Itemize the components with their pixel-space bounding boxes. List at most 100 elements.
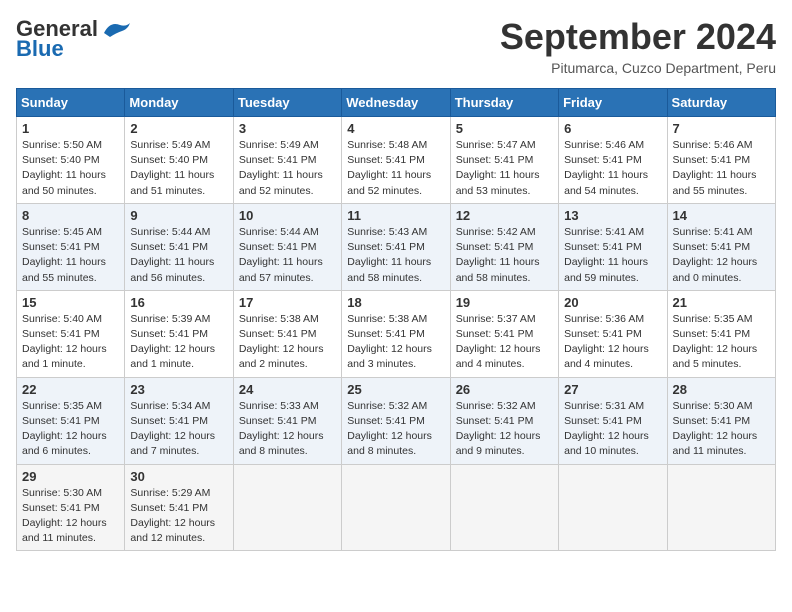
day-number: 12 [456, 208, 553, 223]
day-info: Sunrise: 5:30 AMSunset: 5:41 PMDaylight:… [673, 399, 770, 460]
day-number: 27 [564, 382, 661, 397]
calendar-cell: 25 Sunrise: 5:32 AMSunset: 5:41 PMDayligh… [342, 377, 450, 464]
day-info: Sunrise: 5:44 AMSunset: 5:41 PMDaylight:… [130, 225, 227, 286]
day-header-tuesday: Tuesday [233, 89, 341, 117]
day-number: 26 [456, 382, 553, 397]
calendar-cell: 8 Sunrise: 5:45 AMSunset: 5:41 PMDaylight… [17, 203, 125, 290]
calendar-cell: 23 Sunrise: 5:34 AMSunset: 5:41 PMDayligh… [125, 377, 233, 464]
calendar-cell: 10 Sunrise: 5:44 AMSunset: 5:41 PMDayligh… [233, 203, 341, 290]
calendar-cell [559, 464, 667, 551]
day-number: 10 [239, 208, 336, 223]
month-title: September 2024 [500, 16, 776, 58]
day-header-friday: Friday [559, 89, 667, 117]
day-info: Sunrise: 5:39 AMSunset: 5:41 PMDaylight:… [130, 312, 227, 373]
calendar-cell: 28 Sunrise: 5:30 AMSunset: 5:41 PMDayligh… [667, 377, 775, 464]
day-info: Sunrise: 5:37 AMSunset: 5:41 PMDaylight:… [456, 312, 553, 373]
day-info: Sunrise: 5:41 AMSunset: 5:41 PMDaylight:… [564, 225, 661, 286]
calendar-week-5: 29Sunrise: 5:30 AMSunset: 5:41 PMDayligh… [17, 464, 776, 551]
day-number: 1 [22, 121, 119, 136]
day-info: Sunrise: 5:38 AMSunset: 5:41 PMDaylight:… [239, 312, 336, 373]
day-header-wednesday: Wednesday [342, 89, 450, 117]
day-info: Sunrise: 5:31 AMSunset: 5:41 PMDaylight:… [564, 399, 661, 460]
day-info: Sunrise: 5:41 AMSunset: 5:41 PMDaylight:… [673, 225, 770, 286]
title-block: September 2024 Pitumarca, Cuzco Departme… [500, 16, 776, 76]
logo: General Blue [16, 16, 132, 62]
day-number: 22 [22, 382, 119, 397]
logo-blue: Blue [16, 36, 64, 62]
day-number: 5 [456, 121, 553, 136]
day-number: 30 [130, 469, 227, 484]
calendar-cell: 3 Sunrise: 5:49 AMSunset: 5:41 PMDaylight… [233, 117, 341, 204]
day-info: Sunrise: 5:35 AMSunset: 5:41 PMDaylight:… [673, 312, 770, 373]
day-info: Sunrise: 5:32 AMSunset: 5:41 PMDaylight:… [347, 399, 444, 460]
calendar-cell: 12 Sunrise: 5:42 AMSunset: 5:41 PMDayligh… [450, 203, 558, 290]
calendar-cell: 16 Sunrise: 5:39 AMSunset: 5:41 PMDayligh… [125, 290, 233, 377]
calendar-cell: 5 Sunrise: 5:47 AMSunset: 5:41 PMDaylight… [450, 117, 558, 204]
day-number: 6 [564, 121, 661, 136]
day-number: 21 [673, 295, 770, 310]
day-info: Sunrise: 5:38 AMSunset: 5:41 PMDaylight:… [347, 312, 444, 373]
day-header-monday: Monday [125, 89, 233, 117]
calendar-week-3: 15Sunrise: 5:40 AMSunset: 5:41 PMDayligh… [17, 290, 776, 377]
day-number: 23 [130, 382, 227, 397]
calendar-cell: 13 Sunrise: 5:41 AMSunset: 5:41 PMDayligh… [559, 203, 667, 290]
day-info: Sunrise: 5:42 AMSunset: 5:41 PMDaylight:… [456, 225, 553, 286]
calendar-cell: 24Sunrise: 5:33 AMSunset: 5:41 PMDayligh… [233, 377, 341, 464]
day-number: 28 [673, 382, 770, 397]
calendar-header-row: SundayMondayTuesdayWednesdayThursdayFrid… [17, 89, 776, 117]
day-number: 4 [347, 121, 444, 136]
calendar-cell: 4Sunrise: 5:48 AMSunset: 5:41 PMDaylight… [342, 117, 450, 204]
calendar-cell: 2Sunrise: 5:49 AMSunset: 5:40 PMDaylight… [125, 117, 233, 204]
calendar-cell: 6 Sunrise: 5:46 AMSunset: 5:41 PMDaylight… [559, 117, 667, 204]
day-info: Sunrise: 5:33 AMSunset: 5:41 PMDaylight:… [239, 399, 336, 460]
calendar-cell: 21 Sunrise: 5:35 AMSunset: 5:41 PMDayligh… [667, 290, 775, 377]
calendar-cell: 11Sunrise: 5:43 AMSunset: 5:41 PMDayligh… [342, 203, 450, 290]
day-number: 8 [22, 208, 119, 223]
day-info: Sunrise: 5:49 AMSunset: 5:41 PMDaylight:… [239, 138, 336, 199]
calendar-cell: 1 Sunrise: 5:50 AMSunset: 5:40 PMDaylight… [17, 117, 125, 204]
calendar-week-1: 1 Sunrise: 5:50 AMSunset: 5:40 PMDaylight… [17, 117, 776, 204]
calendar-cell [342, 464, 450, 551]
day-number: 3 [239, 121, 336, 136]
day-number: 13 [564, 208, 661, 223]
day-number: 11 [347, 208, 444, 223]
calendar-cell: 29Sunrise: 5:30 AMSunset: 5:41 PMDayligh… [17, 464, 125, 551]
day-info: Sunrise: 5:32 AMSunset: 5:41 PMDaylight:… [456, 399, 553, 460]
calendar-cell: 30 Sunrise: 5:29 AMSunset: 5:41 PMDayligh… [125, 464, 233, 551]
day-info: Sunrise: 5:50 AMSunset: 5:40 PMDaylight:… [22, 138, 119, 199]
day-info: Sunrise: 5:44 AMSunset: 5:41 PMDaylight:… [239, 225, 336, 286]
calendar-cell: 9Sunrise: 5:44 AMSunset: 5:41 PMDaylight… [125, 203, 233, 290]
calendar-cell: 15Sunrise: 5:40 AMSunset: 5:41 PMDayligh… [17, 290, 125, 377]
day-number: 14 [673, 208, 770, 223]
day-number: 7 [673, 121, 770, 136]
day-info: Sunrise: 5:45 AMSunset: 5:41 PMDaylight:… [22, 225, 119, 286]
calendar-week-2: 8 Sunrise: 5:45 AMSunset: 5:41 PMDaylight… [17, 203, 776, 290]
calendar-cell [450, 464, 558, 551]
day-info: Sunrise: 5:35 AMSunset: 5:41 PMDaylight:… [22, 399, 119, 460]
day-info: Sunrise: 5:30 AMSunset: 5:41 PMDaylight:… [22, 486, 119, 547]
calendar-cell: 17Sunrise: 5:38 AMSunset: 5:41 PMDayligh… [233, 290, 341, 377]
day-header-sunday: Sunday [17, 89, 125, 117]
calendar-cell: 26 Sunrise: 5:32 AMSunset: 5:41 PMDayligh… [450, 377, 558, 464]
calendar-cell: 7 Sunrise: 5:46 AMSunset: 5:41 PMDaylight… [667, 117, 775, 204]
day-info: Sunrise: 5:46 AMSunset: 5:41 PMDaylight:… [673, 138, 770, 199]
page-header: General Blue September 2024 Pitumarca, C… [16, 16, 776, 76]
day-header-thursday: Thursday [450, 89, 558, 117]
day-info: Sunrise: 5:34 AMSunset: 5:41 PMDaylight:… [130, 399, 227, 460]
calendar-week-4: 22 Sunrise: 5:35 AMSunset: 5:41 PMDayligh… [17, 377, 776, 464]
day-info: Sunrise: 5:36 AMSunset: 5:41 PMDaylight:… [564, 312, 661, 373]
day-number: 25 [347, 382, 444, 397]
day-info: Sunrise: 5:47 AMSunset: 5:41 PMDaylight:… [456, 138, 553, 199]
calendar-cell: 19 Sunrise: 5:37 AMSunset: 5:41 PMDayligh… [450, 290, 558, 377]
calendar-cell: 18Sunrise: 5:38 AMSunset: 5:41 PMDayligh… [342, 290, 450, 377]
day-info: Sunrise: 5:46 AMSunset: 5:41 PMDaylight:… [564, 138, 661, 199]
day-number: 2 [130, 121, 227, 136]
day-number: 19 [456, 295, 553, 310]
day-header-saturday: Saturday [667, 89, 775, 117]
logo-bird-icon [100, 19, 132, 39]
calendar-cell: 27 Sunrise: 5:31 AMSunset: 5:41 PMDayligh… [559, 377, 667, 464]
day-number: 15 [22, 295, 119, 310]
day-info: Sunrise: 5:29 AMSunset: 5:41 PMDaylight:… [130, 486, 227, 547]
day-number: 16 [130, 295, 227, 310]
calendar-cell: 22 Sunrise: 5:35 AMSunset: 5:41 PMDayligh… [17, 377, 125, 464]
